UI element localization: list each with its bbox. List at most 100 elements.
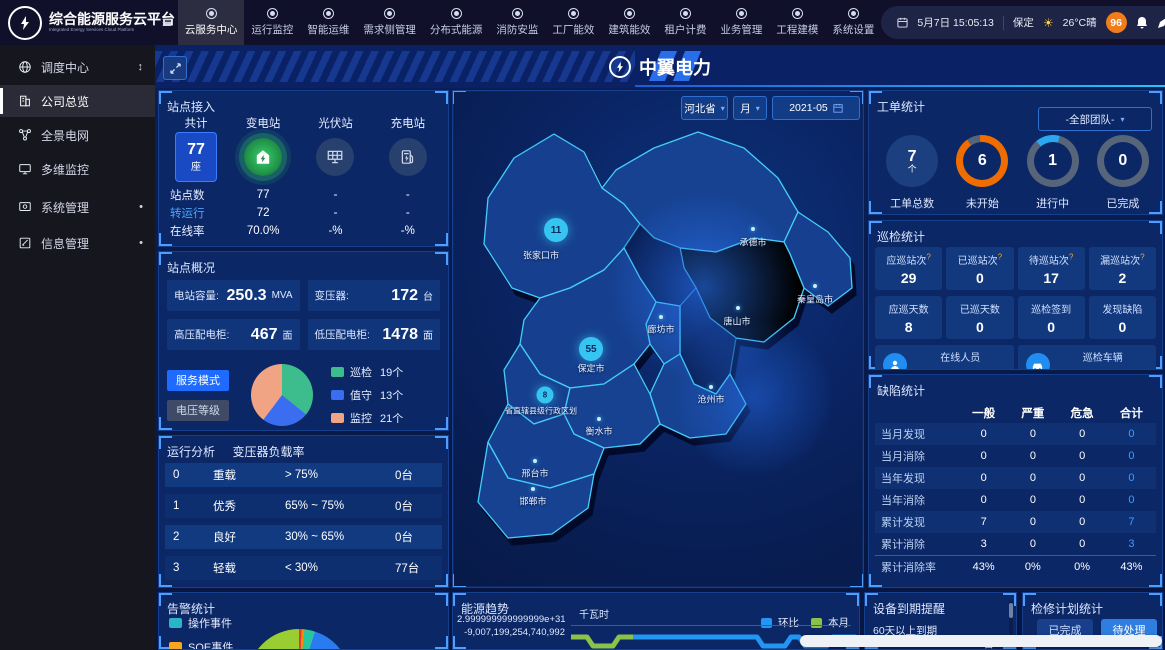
app-logo-icon [8,6,42,40]
notification-badge[interactable]: 96 [1106,12,1127,33]
sidebar-item-multidim-monitoring[interactable]: 多维监控 [0,153,155,185]
nav-cloud-service-center[interactable]: 云服务中心 [178,0,245,45]
operation-analysis-panel: 运行分析 变压器负载率 0重载> 75%0台 1优秀65% ~ 75%0台 2良… [158,435,449,588]
defect-table: 一般严重危急合计 当月发现0000 当月消除0000 当年发现0000 当年消除… [875,403,1156,578]
in-operation-row: 转运行 72 - - [165,205,444,221]
nav-system-settings[interactable]: 系统设置 [825,0,881,45]
hint-icon[interactable]: ? [998,253,1002,262]
city-dot [531,487,535,491]
dashboard-root: { "icons": {"menu": "≡", "caret_down": "… [0,0,1165,650]
city-dot [597,417,601,421]
inspection-row1: 应巡站次?29 已巡站次?0 待巡站次?17 漏巡站次?2 [875,247,1156,290]
pv-station-icon [316,138,354,176]
defect-stats-panel: 缺陷统计 一般严重危急合计 当月发现0000 当月消除0000 当年发现0000… [868,374,1163,588]
hint-icon[interactable]: ? [926,253,930,262]
system-screen-icon [18,200,32,214]
divider [1003,16,1004,30]
nav-fire-safety[interactable]: 消防安监 [489,0,545,45]
table-row: 3轻载< 30%77台 [165,556,442,580]
site-access-columns: 共计 变电站 光伏站 充电站 [165,115,444,131]
nav-tenant-billing[interactable]: 租户计费 [657,0,713,45]
sidebar-item-company-overview[interactable]: 公司总览 [0,85,155,117]
energy-trend-panel: 能源趋势 千瓦时 2.999999999999999e+31 -9,007,19… [452,592,860,650]
stat-transformers: 变压器:172台 [308,280,441,311]
nav-demand-side[interactable]: 需求侧管理 [356,0,423,45]
pencil-icon[interactable] [1157,17,1165,29]
period-select[interactable]: 月▾ [733,96,767,120]
stat-card: 发现缺陷0 [1089,296,1156,339]
inspection-vehicle-card: 巡检车辆1 [1018,345,1157,370]
sidebar-item-dispatch-center[interactable]: 调度中心 ↕ [0,51,155,83]
marker-shengzhixia[interactable]: 8 [537,387,554,404]
building-overview-icon [18,94,32,108]
maintenance-plan-title: 检修计划统计 [1031,600,1103,617]
business-icon [736,8,747,19]
month-picker[interactable]: 2021-05 [772,96,860,120]
city-label: 廊坊市 [647,323,674,336]
company-title: 中翼电力 [639,54,711,80]
table-row: 当月消除0000 [875,445,1156,467]
top-nav-items: 云服务中心 运行监控 智能运维 需求侧管理 分布式能源 消防安监 工厂能效 建筑… [178,0,882,45]
inspection-title: 巡检统计 [877,228,925,245]
site-access-panel: 站点接入 共计 变电站 光伏站 充电站 77 座 站点数 77 - - 转运行 … [158,90,449,247]
nav-smart-ops[interactable]: 智能运维 [300,0,356,45]
bell-icon[interactable] [1136,16,1148,29]
hint-icon[interactable]: ? [1069,253,1073,262]
city-label: 衡水市 [585,425,612,438]
voltage-level-button[interactable]: 电压等级 [167,400,229,421]
marker-zhangjiakou[interactable]: 11 [544,218,568,242]
team-select[interactable]: -全部团队-▾ [1038,107,1152,131]
nav-distributed-energy[interactable]: 分布式能源 [423,0,490,45]
work-orders-panel: 工单统计 -全部团队-▾ 7 个 6 1 0 工单总数 未开始 进行中 已完成 [868,90,1163,215]
nav-business-mgmt[interactable]: 业务管理 [713,0,769,45]
nav-building-efficiency[interactable]: 建筑能效 [601,0,657,45]
hint-icon[interactable]: ? [1140,253,1144,262]
city-label: 省直辖县级行政区划 [505,406,577,417]
caret-down-icon: ▾ [721,104,725,113]
weather-text: 26°C晴 [1063,15,1097,30]
marker-baoding[interactable]: 55 [579,337,603,361]
calendar-icon [897,17,908,28]
fire-safety-icon [512,8,523,19]
nav-operation-monitoring[interactable]: 运行监控 [244,0,300,45]
salmon-swatch [331,413,344,423]
monitoring-icon [267,8,278,19]
defect-stats-title: 缺陷统计 [877,382,925,399]
nav-factory-efficiency[interactable]: 工厂能效 [545,0,601,45]
scrollbar-thumb[interactable] [1009,603,1013,618]
city-label: 秦皇岛市 [797,293,833,306]
online-rate-row: 在线率 70.0% -% -% [165,223,444,239]
sidebar-item-info-mgmt[interactable]: 信息管理 • [0,227,155,259]
stat-lv-cabinets: 低压配电柜:1478面 [308,319,441,350]
horizontal-scrollbar-thumb[interactable] [800,635,1162,647]
total-orders-circle: 7 个 [886,135,938,187]
nav-project-modeling[interactable]: 工程建模 [769,0,825,45]
site-overview-panel: 站点概况 电站容量:250.3MVA 变压器:172台 高压配电柜:467面 低… [158,251,449,431]
submenu-dot-icon: • [139,201,143,213]
sidebar-item-system-mgmt[interactable]: 系统管理 • [0,191,155,223]
alarm-legend: 操作事件 SOE事件 [169,615,233,650]
y-axis-unit: 千瓦时 [579,606,609,621]
legend-operation-events: 操作事件 [169,615,233,631]
service-mode-button[interactable]: 服务模式 [167,370,229,391]
topbar-info: 5月7日 15:05:13 保定 ☀ 26°C晴 96 高峰 (系统管理员...… [881,6,1165,39]
province-select[interactable]: 河北省▾ [681,96,728,120]
caret-down-icon: ▾ [1120,115,1124,124]
city-text: 保定 [1013,15,1034,30]
completed-ring: 0 [1097,135,1149,187]
fullscreen-toggle-button[interactable] [163,56,187,80]
blue-swatch [331,390,344,400]
globe-icon [18,60,32,74]
device-expiry-title: 设备到期提醒 [873,600,945,617]
sidebar-item-panorama-grid[interactable]: 全景电网 [0,119,155,151]
in-progress-ring: 1 [1027,135,1079,187]
expand-vertical-icon[interactable]: ↕ [138,61,144,73]
submenu-dot-icon: • [139,237,143,249]
site-count-row: 站点数 77 - - [165,187,444,203]
factory-icon [568,8,579,19]
city-dot [813,284,817,288]
y-axis-labels: 2.999999999999999e+31 -9,007,199,254,740… [457,613,565,639]
city-label: 邯郸市 [519,495,546,508]
table-row: 1优秀65% ~ 75%0台 [165,494,442,518]
calendar-icon [833,103,843,113]
